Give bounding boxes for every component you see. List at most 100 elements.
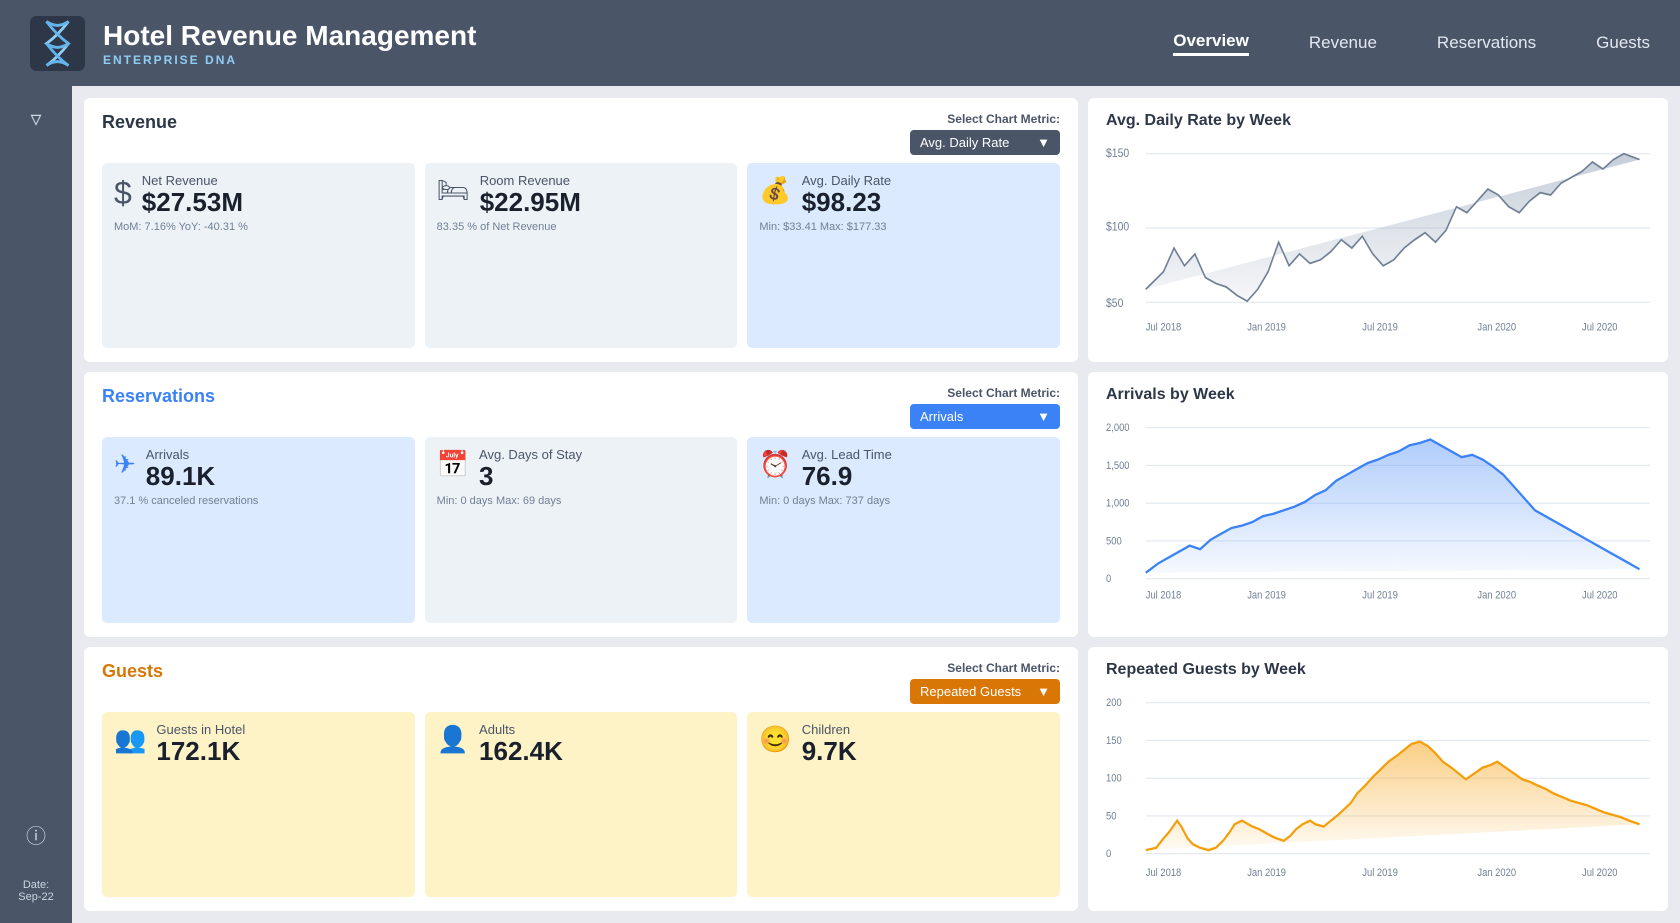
arrivals-value: 89.1K: [146, 462, 215, 491]
dollar-icon: $: [114, 175, 132, 212]
avg-lead-card: ⏰ Avg. Lead Time 76.9 Min: 0 days Max: 7…: [747, 437, 1060, 622]
svg-text:Jul 2019: Jul 2019: [1362, 322, 1398, 334]
main-nav: Overview Revenue Reservations Guests: [1173, 31, 1650, 56]
svg-text:50: 50: [1106, 811, 1117, 823]
arrivals-card: ✈ Arrivals 89.1K 37.1 % canceled reserva…: [102, 437, 415, 622]
res-metric-label: Select Chart Metric:: [947, 386, 1060, 400]
avg-stay-card: 📅 Avg. Days of Stay 3 Min: 0 days Max: 6…: [425, 437, 738, 622]
avg-daily-value: $98.23: [802, 188, 891, 217]
sidebar-date: Date: Sep-22: [18, 879, 53, 923]
svg-text:$100: $100: [1106, 221, 1129, 234]
svg-text:Jan 2019: Jan 2019: [1247, 867, 1286, 879]
adults-label: Adults: [479, 722, 563, 737]
svg-text:Jan 2020: Jan 2020: [1477, 322, 1516, 334]
avg-stay-value: 3: [479, 462, 582, 491]
guests-hotel-value: 172.1K: [156, 737, 245, 766]
avg-stay-label: Avg. Days of Stay: [479, 447, 582, 462]
arrivals-label: Arrivals: [146, 447, 215, 462]
revenue-row: Revenue Select Chart Metric: Avg. Daily …: [84, 98, 1668, 362]
reservations-chart-title: Arrivals by Week: [1106, 386, 1650, 404]
avg-lead-value: 76.9: [802, 462, 892, 491]
guests-metric-value: Repeated Guests: [920, 684, 1021, 699]
svg-text:$150: $150: [1106, 148, 1129, 161]
guests-title: Guests: [102, 661, 163, 682]
revenue-chart-panel: Avg. Daily Rate by Week $150 $100 $50: [1088, 98, 1668, 362]
dashboard-content: Revenue Select Chart Metric: Avg. Daily …: [72, 86, 1680, 923]
net-revenue-sub: MoM: 7.16% YoY: -40.31 %: [114, 221, 403, 233]
nav-guests[interactable]: Guests: [1596, 33, 1650, 53]
net-revenue-label: Net Revenue: [142, 173, 243, 188]
svg-text:Jul 2020: Jul 2020: [1582, 322, 1618, 334]
avg-lead-label: Avg. Lead Time: [802, 447, 892, 462]
reservations-chart-area: 2,000 1,500 1,000 500 0: [1106, 410, 1650, 622]
res-metric-value: Arrivals: [920, 409, 963, 424]
svg-text:Jul 2018: Jul 2018: [1146, 322, 1182, 334]
svg-text:Jul 2019: Jul 2019: [1362, 591, 1398, 603]
subtitle-rest: DNA: [200, 53, 237, 67]
net-revenue-card: $ Net Revenue $27.53M MoM: 7.16% YoY: -4…: [102, 163, 415, 348]
nav-overview[interactable]: Overview: [1173, 31, 1249, 56]
room-revenue-card: 🛏 Room Revenue $22.95M 83.35 % of Net Re…: [425, 163, 738, 348]
guests-chart-area: 200 150 100 50 0 Jul 20: [1106, 685, 1650, 897]
svg-text:Jul 2020: Jul 2020: [1582, 591, 1618, 603]
arrivals-icon: ✈: [114, 449, 136, 480]
svg-text:Jan 2019: Jan 2019: [1247, 591, 1286, 603]
arrivals-sub: 37.1 % canceled reservations: [114, 495, 403, 507]
main-layout: ▿ ⓘ Date: Sep-22 Revenue Select Chart Me…: [0, 86, 1680, 923]
reservations-title: Reservations: [102, 386, 215, 407]
revenue-chart-area: $150 $100 $50: [1106, 136, 1650, 348]
subtitle-bold: ENTERPRISE: [103, 53, 200, 67]
guests-section: Guests Select Chart Metric: Repeated Gue…: [84, 647, 1078, 911]
guests-chart-title: Repeated Guests by Week: [1106, 661, 1650, 679]
room-revenue-label: Room Revenue: [480, 173, 581, 188]
child-icon: 😊: [759, 724, 791, 755]
nav-reservations[interactable]: Reservations: [1437, 33, 1536, 53]
reservations-kpi-row: ✈ Arrivals 89.1K 37.1 % canceled reserva…: [102, 437, 1060, 622]
filter-icon[interactable]: ▿: [30, 106, 41, 132]
guests-hotel-card: 👥 Guests in Hotel 172.1K: [102, 712, 415, 897]
nav-revenue[interactable]: Revenue: [1309, 33, 1377, 53]
svg-text:Jan 2019: Jan 2019: [1247, 322, 1286, 334]
header-title-block: Hotel Revenue Management ENTERPRISE DNA: [103, 19, 1173, 67]
chevron-down-icon-guests: ▼: [1037, 684, 1050, 699]
revenue-kpi-row: $ Net Revenue $27.53M MoM: 7.16% YoY: -4…: [102, 163, 1060, 348]
svg-text:$50: $50: [1106, 298, 1123, 311]
adults-value: 162.4K: [479, 737, 563, 766]
svg-text:Jul 2018: Jul 2018: [1146, 867, 1182, 879]
svg-text:Jul 2019: Jul 2019: [1362, 867, 1398, 879]
avg-daily-label: Avg. Daily Rate: [802, 173, 891, 188]
svg-text:200: 200: [1106, 697, 1122, 709]
res-metric-dropdown[interactable]: Arrivals ▼: [910, 404, 1060, 429]
clock-icon: ⏰: [759, 449, 791, 480]
guests-row: Guests Select Chart Metric: Repeated Gue…: [84, 647, 1668, 911]
svg-text:150: 150: [1106, 735, 1122, 747]
reservations-chart-panel: Arrivals by Week 2,000 1,500 1,000: [1088, 372, 1668, 636]
svg-text:1,000: 1,000: [1106, 499, 1130, 511]
svg-text:100: 100: [1106, 773, 1122, 785]
svg-text:0: 0: [1106, 848, 1112, 860]
chevron-down-icon: ▼: [1037, 135, 1050, 150]
avg-stay-sub: Min: 0 days Max: 69 days: [437, 495, 726, 507]
revenue-metric-value: Avg. Daily Rate: [920, 135, 1009, 150]
chevron-down-icon-res: ▼: [1037, 409, 1050, 424]
guests-kpi-row: 👥 Guests in Hotel 172.1K 👤 Adult: [102, 712, 1060, 897]
avg-lead-sub: Min: 0 days Max: 737 days: [759, 495, 1048, 507]
svg-text:0: 0: [1106, 574, 1112, 586]
children-card: 😊 Children 9.7K: [747, 712, 1060, 897]
svg-text:500: 500: [1106, 536, 1122, 548]
info-icon[interactable]: ⓘ: [26, 820, 46, 849]
group-icon: 👥: [114, 724, 146, 755]
guests-metric-dropdown[interactable]: Repeated Guests ▼: [910, 679, 1060, 704]
children-label: Children: [802, 722, 857, 737]
revenue-metric-label: Select Chart Metric:: [947, 112, 1060, 126]
logo-icon: [30, 16, 85, 71]
adults-card: 👤 Adults 162.4K: [425, 712, 738, 897]
revenue-metric-dropdown[interactable]: Avg. Daily Rate ▼: [910, 130, 1060, 155]
bed-icon: 🛏: [437, 175, 470, 206]
app-subtitle: ENTERPRISE DNA: [103, 53, 1173, 67]
guests-hotel-label: Guests in Hotel: [156, 722, 245, 737]
avg-daily-sub: Min: $33.41 Max: $177.33: [759, 221, 1048, 233]
revenue-chart-title: Avg. Daily Rate by Week: [1106, 112, 1650, 130]
svg-text:Jul 2018: Jul 2018: [1146, 591, 1182, 603]
reservations-row: Reservations Select Chart Metric: Arriva…: [84, 372, 1668, 636]
